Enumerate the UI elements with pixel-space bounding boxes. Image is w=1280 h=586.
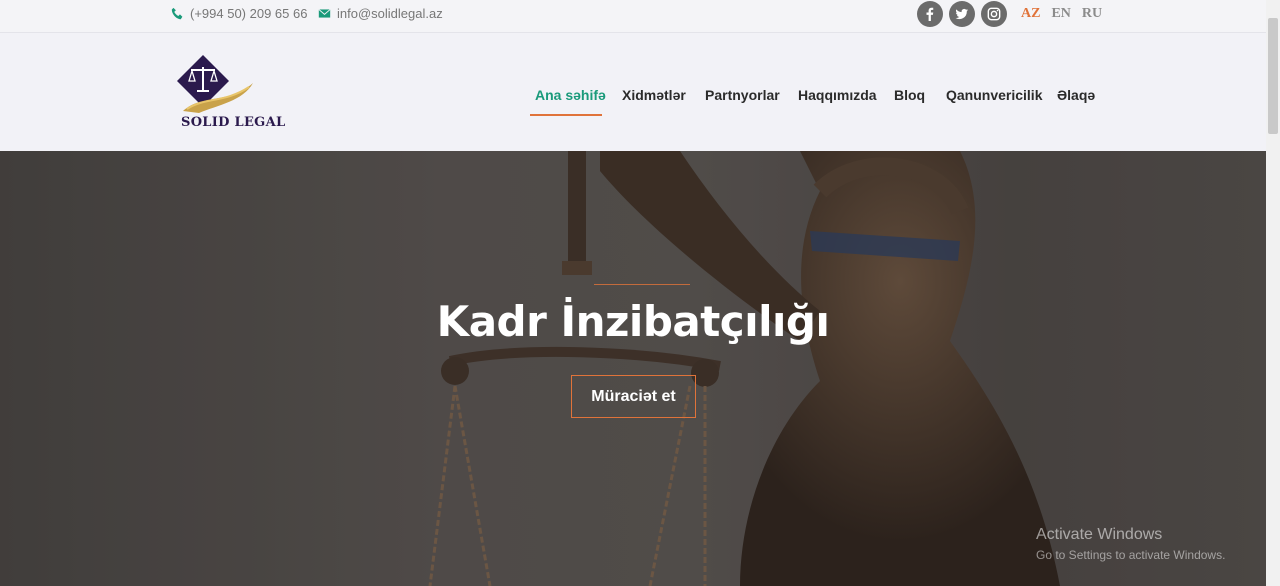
nav-home[interactable]: Ana səhifə — [535, 87, 606, 103]
lady-justice-image — [0, 151, 1266, 586]
active-nav-underline — [530, 114, 602, 116]
phone-contact[interactable]: (+994 50) 209 65 66 — [171, 6, 307, 21]
logo-text: SOLID LEGAL — [181, 115, 286, 130]
activate-windows-subtitle: Go to Settings to activate Windows. — [1036, 548, 1226, 562]
nav-contact[interactable]: Əlaqə — [1057, 87, 1095, 103]
nav-partners[interactable]: Partnyorlar — [705, 87, 780, 103]
lang-en[interactable]: EN — [1051, 6, 1070, 22]
nav-blog[interactable]: Bloq — [894, 87, 925, 103]
lang-ru[interactable]: RU — [1082, 6, 1102, 22]
nav-about[interactable]: Haqqımızda — [798, 87, 877, 103]
language-switcher: AZ EN RU — [1021, 6, 1102, 22]
hero-title: Kadr İnzibatçılığı — [436, 297, 830, 346]
instagram-link[interactable] — [981, 1, 1007, 27]
lang-az[interactable]: AZ — [1021, 6, 1040, 22]
nav-legislation[interactable]: Qanunvericilik — [946, 87, 1042, 103]
email-contact[interactable]: info@solidlegal.az — [318, 6, 443, 21]
phone-number: (+994 50) 209 65 66 — [190, 6, 308, 21]
top-bar: (+994 50) 209 65 66 info@solidlegal.az A… — [0, 0, 1266, 32]
phone-icon — [171, 7, 183, 20]
site-header: SOLID LEGAL Ana səhifə Xidmətlər Partnyo… — [0, 32, 1266, 151]
scrollbar-thumb[interactable] — [1268, 18, 1278, 134]
apply-button[interactable]: Müraciət et — [571, 375, 696, 418]
facebook-link[interactable] — [917, 1, 943, 27]
site-logo[interactable]: SOLID LEGAL — [171, 53, 301, 133]
facebook-icon — [926, 7, 934, 21]
activate-windows-title: Activate Windows — [1036, 526, 1163, 543]
twitter-link[interactable] — [949, 1, 975, 27]
social-links — [917, 1, 1007, 27]
instagram-icon — [987, 7, 1001, 21]
envelope-icon — [318, 9, 331, 18]
email-address: info@solidlegal.az — [337, 6, 443, 21]
twitter-icon — [955, 8, 969, 20]
hero-banner: Kadr İnzibatçılığı Müraciət et — [0, 151, 1266, 586]
title-accent-line — [594, 284, 690, 285]
nav-services[interactable]: Xidmətlər — [622, 87, 686, 103]
scales-logo-icon — [177, 55, 253, 113]
